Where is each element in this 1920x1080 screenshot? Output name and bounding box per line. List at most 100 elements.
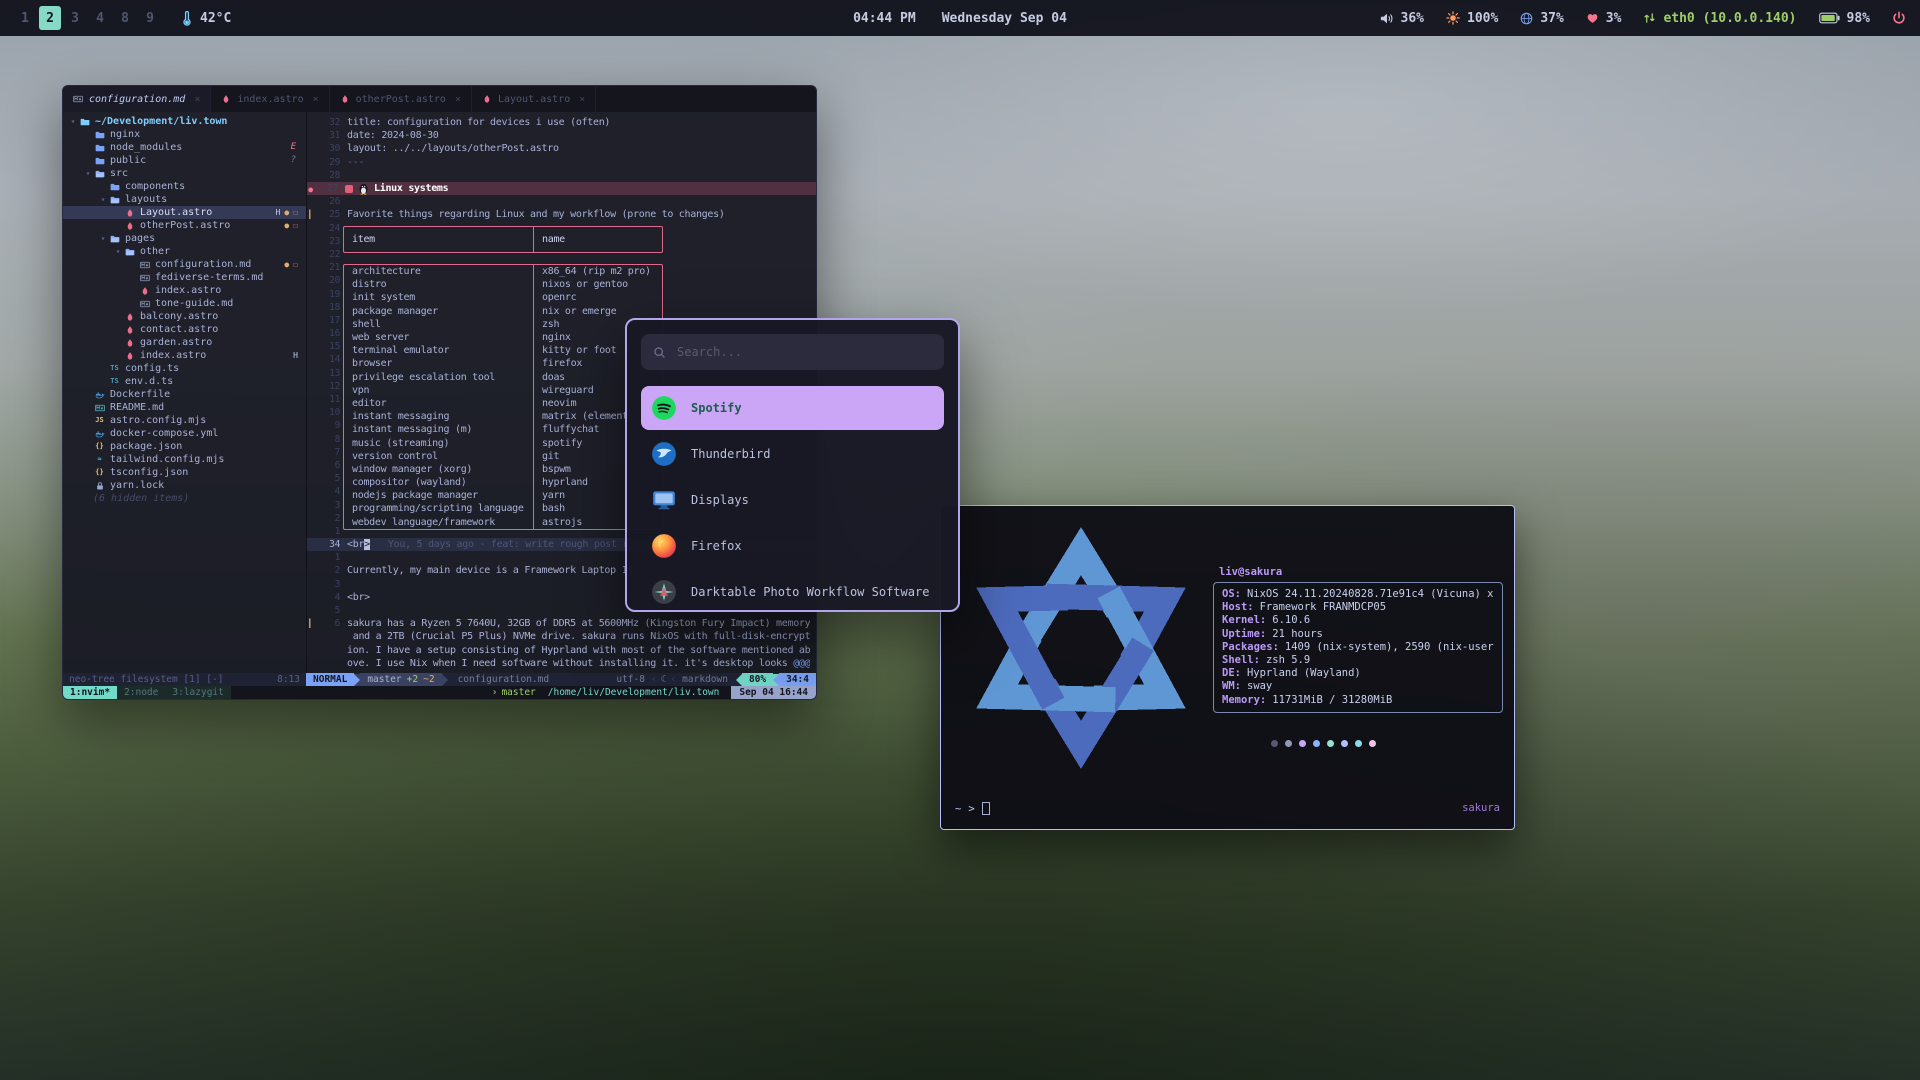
modified-dot-icon: ● (284, 219, 289, 232)
docker-icon (93, 429, 106, 439)
text-cursor (982, 802, 990, 815)
launcher-item[interactable]: Spotify (641, 386, 944, 430)
tree-item[interactable]: index.astro (63, 284, 306, 297)
tree-item[interactable]: ≈tailwind.config.mjs (63, 453, 306, 466)
tab-close-icon[interactable]: × (313, 94, 319, 105)
load-module[interactable]: 3% (1586, 11, 1622, 26)
tab-close-icon[interactable]: × (194, 94, 200, 105)
fastfetch-value: Framework FRANMDCP05 (1260, 601, 1386, 614)
folder-open-icon (78, 117, 91, 127)
tree-item[interactable]: ▾other (63, 245, 306, 258)
fastfetch-info-box: OS:NixOS 24.11.20240828.71e91c4 (Vicuna)… (1213, 582, 1503, 713)
tree-item[interactable]: ▾pages (63, 232, 306, 245)
tree-item[interactable]: fediverse-terms.md (63, 271, 306, 284)
editor-tab[interactable]: configuration.md× (63, 86, 211, 112)
palette-dot (1355, 740, 1362, 747)
tree-item[interactable]: {}tsconfig.json (63, 466, 306, 479)
tree-root[interactable]: ▾ ~/Development/liv.town (63, 115, 306, 128)
workspace-button[interactable]: 2 (39, 6, 61, 30)
battery-value: 98% (1847, 11, 1870, 26)
sign-column (307, 316, 316, 325)
tree-item-label: tsconfig.json (110, 466, 188, 479)
cpu-module[interactable]: 37% (1520, 11, 1563, 26)
table-row: shellzsh (344, 318, 662, 331)
clock: 04:44 PM Wednesday Sep 04 (853, 11, 1067, 26)
editor-tab[interactable]: Layout.astro× (472, 86, 596, 112)
folder-icon (93, 156, 106, 166)
tree-item[interactable]: contact.astro (63, 323, 306, 336)
tree-item[interactable]: Dockerfile (63, 388, 306, 401)
table-row: browserfirefox (344, 357, 662, 370)
sign-column (307, 171, 316, 180)
sign-column (307, 408, 316, 417)
tree-item-label: node_modules (110, 141, 182, 154)
editor-tab[interactable]: index.astro× (211, 86, 329, 112)
editor-tab[interactable]: otherPost.astro× (330, 86, 472, 112)
workspace-button[interactable]: 3 (64, 6, 86, 30)
brightness-module[interactable]: 100% (1446, 11, 1498, 26)
power-button[interactable] (1892, 11, 1906, 25)
tree-item[interactable]: ▾src (63, 167, 306, 180)
fastfetch-label: WM: (1222, 680, 1241, 693)
network-module[interactable]: eth0 (10.0.0.140) (1643, 11, 1796, 26)
tree-item[interactable]: TSenv.d.ts (63, 375, 306, 388)
tree-item[interactable]: nginx (63, 128, 306, 141)
sign-column (307, 342, 316, 351)
launcher-item[interactable]: Firefox (641, 524, 944, 568)
tree-item[interactable]: yarn.lock (63, 479, 306, 492)
workspace-button[interactable]: 4 (89, 6, 111, 30)
tree-item-label: env.d.ts (125, 375, 173, 388)
tree-item-label: garden.astro (140, 336, 212, 349)
tree-item[interactable]: index.astroH (63, 349, 306, 362)
tree-item[interactable]: balcony.astro (63, 310, 306, 323)
tree-item[interactable]: components (63, 180, 306, 193)
tree-item[interactable]: public? (63, 154, 306, 167)
volume-module[interactable]: 36% (1380, 11, 1424, 26)
tree-item[interactable]: otherPost.astro●☐ (63, 219, 306, 232)
workspace-button[interactable]: 1 (14, 6, 36, 30)
statusline: NORMAL master +2 ~2 configuration.md utf… (306, 673, 816, 686)
workspace-button[interactable]: 9 (139, 6, 161, 30)
neotree-statusline: neo-tree filesystem [1] [-] 8:13 (63, 673, 306, 686)
shell-prompt[interactable]: ~ > (955, 802, 990, 815)
unstaged-box-icon: ☐ (293, 219, 298, 232)
battery-module[interactable]: 98% (1819, 11, 1870, 26)
launcher-search[interactable] (641, 334, 944, 370)
tree-item[interactable]: (6 hidden items) (63, 492, 306, 505)
launcher-item[interactable]: Thunderbird (641, 432, 944, 476)
tree-item[interactable]: configuration.md●☐ (63, 258, 306, 271)
launcher-item[interactable]: Displays (641, 478, 944, 522)
moon-icon: ☾ (661, 674, 667, 685)
power-icon (1892, 11, 1906, 25)
line-text: sakura has a Ryzen 5 7640U, 32GB of DDR5… (347, 618, 810, 629)
tree-item[interactable]: node_modulesE (63, 141, 306, 154)
line-text: <br>You, 5 days ago - feat: write rough … (347, 539, 634, 550)
fastfetch-value: Hyprland (Wayland) (1247, 667, 1361, 680)
line-text: ion. I have a setup consisting of Hyprla… (347, 645, 810, 656)
tmux-window[interactable]: 3:lazygit (165, 686, 230, 699)
tab-close-icon[interactable]: × (579, 94, 585, 105)
displays-icon (651, 487, 677, 513)
tab-close-icon[interactable]: × (455, 94, 461, 105)
tree-item[interactable]: ▾layouts (63, 193, 306, 206)
table-cell-item: terminal emulator (344, 344, 533, 357)
sign-column (307, 566, 316, 575)
tree-item[interactable]: tone-guide.md (63, 297, 306, 310)
palette-dot (1285, 740, 1292, 747)
tree-item[interactable]: docker-compose.yml (63, 427, 306, 440)
launcher-item[interactable]: Darktable Photo Workflow Software (641, 570, 944, 612)
tree-item[interactable]: garden.astro (63, 336, 306, 349)
heart-icon (1586, 12, 1599, 24)
workspace-button[interactable]: 8 (114, 6, 136, 30)
brightness-value: 100% (1467, 11, 1498, 26)
chevron-down-icon: ▾ (68, 115, 78, 128)
tree-item[interactable]: TSconfig.ts (63, 362, 306, 375)
sign-column (307, 474, 316, 483)
tmux-window[interactable]: 2:node (117, 686, 165, 699)
tree-item[interactable]: README.md (63, 401, 306, 414)
tree-item[interactable]: JSastro.config.mjs (63, 414, 306, 427)
tree-item[interactable]: Layout.astroH●☐ (63, 206, 306, 219)
tree-item[interactable]: {}package.json (63, 440, 306, 453)
search-input[interactable] (675, 344, 932, 360)
tmux-window[interactable]: 1:nvim* (63, 686, 117, 699)
